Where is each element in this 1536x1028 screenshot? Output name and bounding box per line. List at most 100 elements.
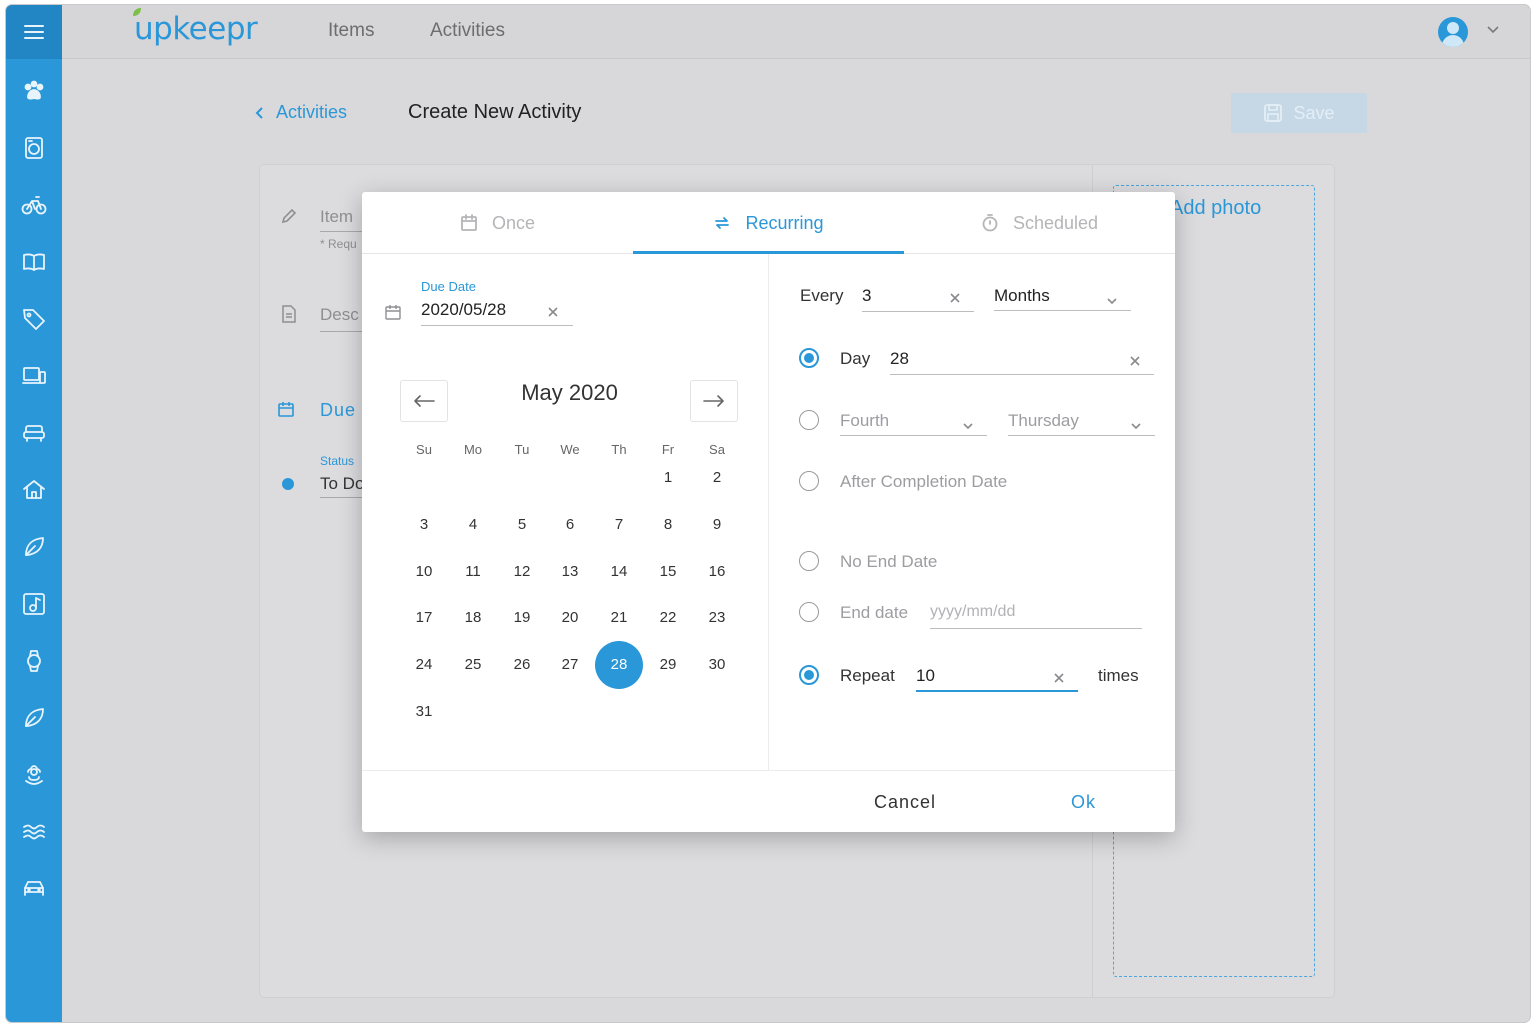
calendar-day[interactable]: 22 [644, 594, 692, 642]
chevron-down-icon[interactable] [1106, 292, 1118, 305]
top-bar: upkeepr Items Activities [62, 5, 1530, 59]
bicycle-icon[interactable] [20, 191, 48, 219]
every-input[interactable]: 3 [862, 286, 871, 306]
calendar-day[interactable]: 18 [449, 594, 497, 642]
calendar-day[interactable]: 16 [693, 548, 741, 596]
calendar-day[interactable]: 3 [400, 501, 448, 549]
status-value[interactable]: To Do [320, 474, 364, 494]
calendar-day[interactable]: 14 [595, 548, 643, 596]
clear-due-date-icon[interactable] [546, 305, 560, 319]
ok-button[interactable]: Ok [1071, 792, 1096, 813]
calendar-day[interactable]: 31 [400, 688, 448, 736]
calendar-day[interactable]: 6 [546, 501, 594, 549]
next-month-button[interactable] [690, 380, 738, 422]
nav-activities[interactable]: Activities [430, 20, 505, 42]
calendar-day[interactable]: 27 [546, 641, 594, 689]
tab-recurring[interactable]: Recurring [633, 192, 904, 254]
day-of-month-input[interactable]: 28 [890, 349, 909, 369]
calendar-day[interactable]: 15 [644, 548, 692, 596]
calendar-day[interactable]: 23 [693, 594, 741, 642]
calendar-day[interactable]: 24 [400, 641, 448, 689]
dialog-column-divider [768, 254, 769, 770]
every-label: Every [800, 286, 844, 305]
calendar-day-selected[interactable]: 28 [595, 641, 643, 690]
end-date-label: End date [840, 603, 909, 622]
calendar-day[interactable]: 19 [498, 594, 546, 642]
due-date-input[interactable]: 2020/05/28 [421, 300, 506, 320]
calendar-day[interactable]: 9 [693, 501, 741, 549]
description-field-label[interactable]: Desc [320, 305, 359, 325]
calendar-icon [461, 214, 477, 231]
menu-button[interactable] [6, 5, 62, 59]
radio-after-completion[interactable] [799, 471, 819, 491]
clear-day-icon[interactable] [1128, 354, 1142, 368]
end-date-input[interactable]: yyyy/mm/dd [930, 603, 1015, 621]
item-field-line [320, 231, 364, 232]
prev-month-button[interactable] [400, 380, 448, 422]
chevron-down-icon[interactable] [1130, 417, 1142, 430]
repeat-count-input[interactable]: 10 [916, 666, 935, 686]
book-icon[interactable] [20, 248, 48, 276]
tab-once-label: Once [491, 212, 536, 233]
tab-once[interactable]: Once [362, 192, 633, 254]
weekday-label: We [560, 442, 580, 457]
radio-nth-weekday[interactable] [799, 410, 819, 430]
flower-icon[interactable] [20, 761, 48, 789]
sofa-icon[interactable] [20, 419, 48, 447]
calendar-day[interactable]: 17 [400, 594, 448, 642]
calendar-day[interactable]: 29 [644, 641, 692, 689]
calendar-day[interactable]: 4 [449, 501, 497, 549]
save-button[interactable]: Save [1231, 93, 1367, 133]
paw-icon[interactable] [20, 77, 48, 105]
ordinal-select[interactable]: Fourth [840, 411, 889, 431]
music-icon[interactable] [20, 590, 48, 618]
day-of-month-underline [890, 374, 1154, 375]
unit-select[interactable]: Months [994, 286, 1050, 306]
cancel-button[interactable]: Cancel [874, 792, 936, 813]
watch-icon[interactable] [20, 647, 48, 675]
home-icon[interactable] [20, 476, 48, 504]
radio-day-of-month[interactable] [799, 348, 819, 368]
times-label: times [1098, 666, 1139, 685]
leaf-icon[interactable] [20, 533, 48, 561]
calendar-day[interactable]: 21 [595, 594, 643, 642]
calendar-day[interactable]: 25 [449, 641, 497, 689]
calendar-day[interactable]: 12 [498, 548, 546, 596]
radio-no-end-date[interactable] [799, 551, 819, 571]
calendar-day[interactable]: 1 [644, 454, 692, 502]
car-icon[interactable] [20, 875, 48, 903]
calendar-day[interactable]: 8 [644, 501, 692, 549]
sidebar [6, 5, 62, 1022]
chevron-down-icon[interactable] [962, 417, 974, 430]
calendar-month-title: May 2020 [521, 380, 618, 405]
calendar-day[interactable]: 13 [546, 548, 594, 596]
add-photo-label[interactable]: Add photo [1170, 197, 1261, 220]
due-date-label: Due Date [421, 279, 476, 294]
calendar-day[interactable]: 10 [400, 548, 448, 596]
calendar-day[interactable]: 7 [595, 501, 643, 549]
tab-scheduled[interactable]: Scheduled [904, 192, 1175, 254]
calendar-day[interactable]: 26 [498, 641, 546, 689]
calendar-day[interactable]: 30 [693, 641, 741, 689]
calendar-day[interactable]: 5 [498, 501, 546, 549]
radio-repeat[interactable] [799, 665, 819, 685]
tag-icon[interactable] [20, 305, 48, 333]
repeat-icon [715, 217, 730, 229]
nav-items[interactable]: Items [328, 20, 374, 42]
calendar-day[interactable]: 2 [693, 454, 741, 502]
clear-every-icon[interactable] [948, 291, 962, 305]
devices-icon[interactable] [20, 362, 48, 390]
item-field-label[interactable]: Item [320, 207, 353, 227]
water-icon[interactable] [20, 818, 48, 846]
chevron-down-icon[interactable] [1486, 25, 1500, 35]
avatar[interactable] [1438, 17, 1468, 47]
clear-repeat-icon[interactable] [1052, 671, 1066, 685]
calendar-day[interactable]: 20 [546, 594, 594, 642]
app-logo[interactable]: upkeepr [133, 8, 258, 47]
washer-icon[interactable] [20, 134, 48, 162]
leaf-icon[interactable] [20, 704, 48, 732]
calendar-day[interactable]: 11 [449, 548, 497, 596]
radio-end-date[interactable] [799, 602, 819, 622]
weekday-select[interactable]: Thursday [1008, 411, 1079, 431]
breadcrumb-back[interactable]: Activities [254, 102, 347, 123]
